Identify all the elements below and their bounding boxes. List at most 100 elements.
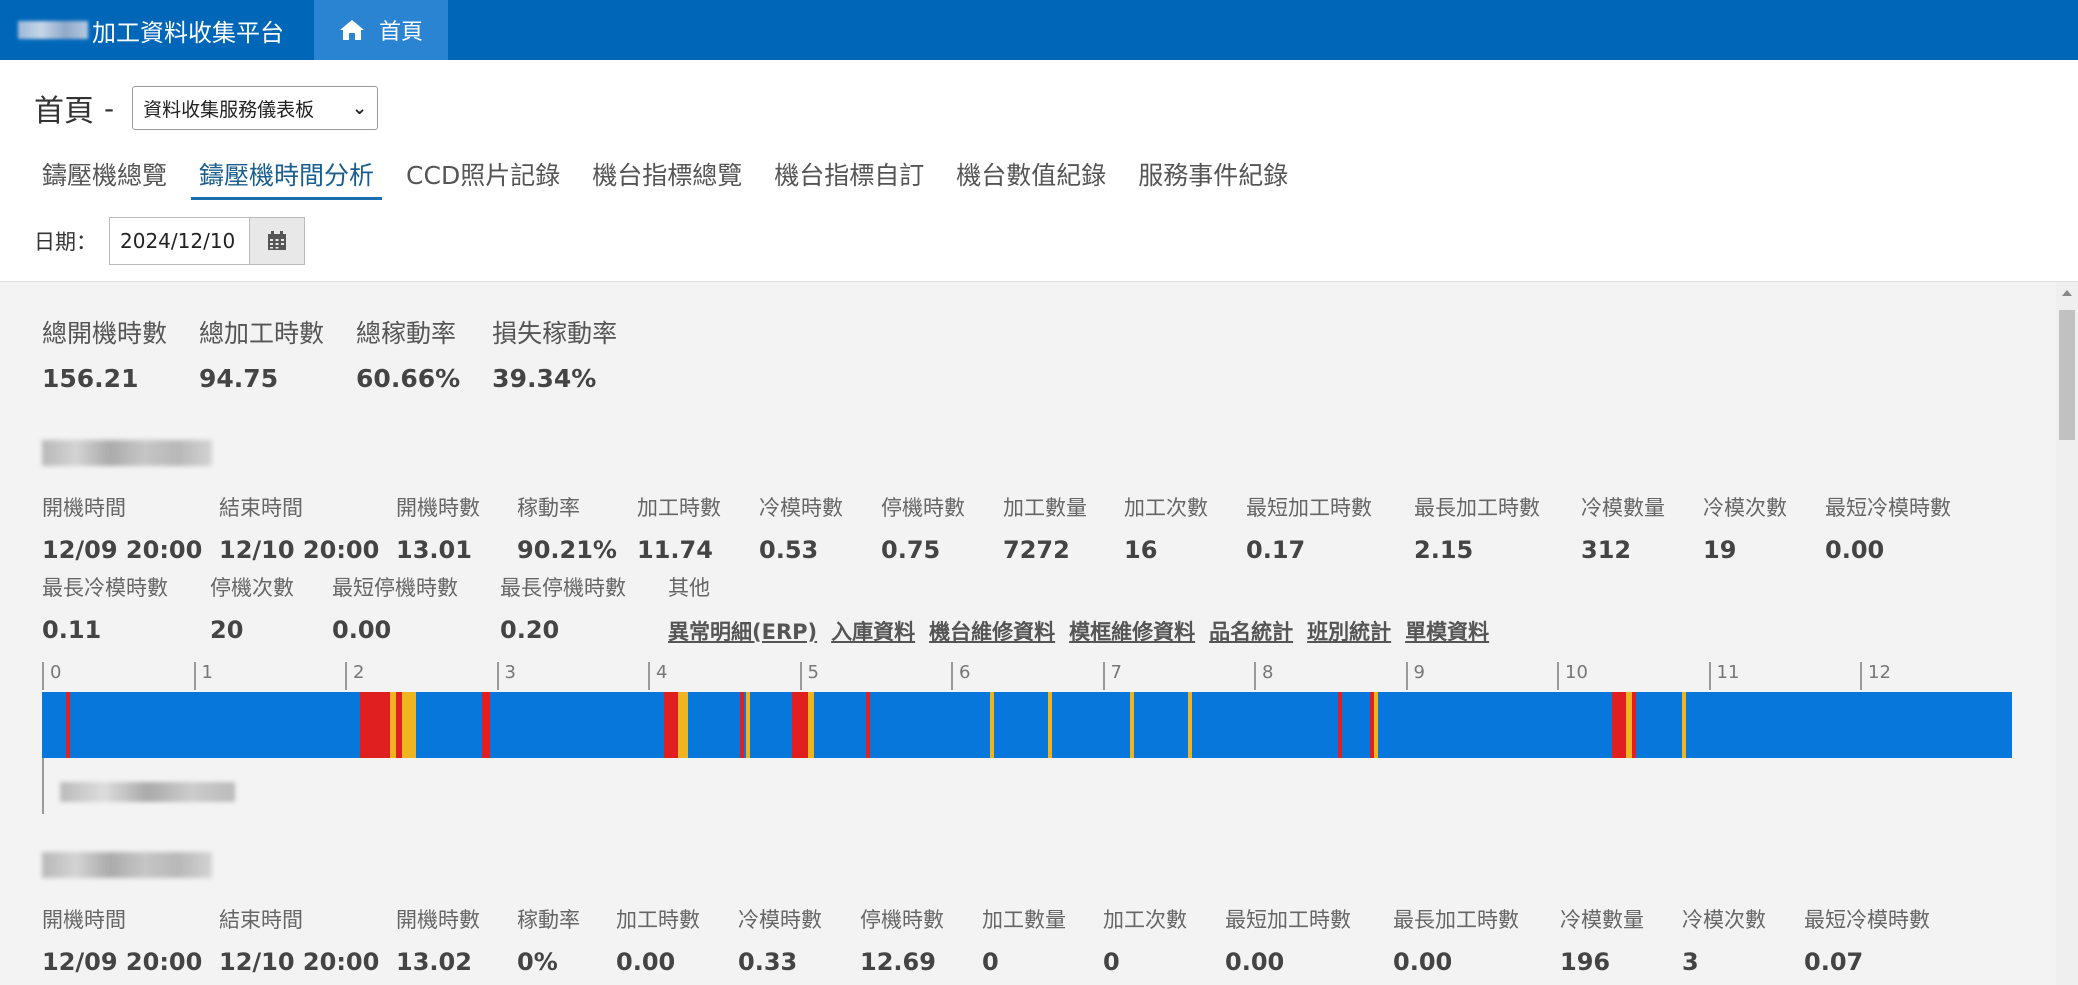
metric-value: 312 xyxy=(1581,536,1632,564)
other-label: 其他 xyxy=(668,576,710,600)
app-brand[interactable]: 加工資料收集平台 xyxy=(0,0,314,60)
timeline-stop-segment[interactable] xyxy=(866,692,870,758)
summary-stats: 總開機時數 156.21 總加工時數 94.75 總稼動率 60.66% 損失稼… xyxy=(42,314,617,393)
timeline-tick-label: 1 xyxy=(193,662,213,690)
tab-diecast-overview[interactable]: 鑄壓機總覽 xyxy=(34,150,175,200)
link-product-stats[interactable]: 品名統計 xyxy=(1209,616,1293,646)
timeline-tick-label: 4 xyxy=(648,662,667,690)
metric-label: 最短停機時數 xyxy=(332,576,458,600)
metric-value: 0.53 xyxy=(759,536,819,564)
tab-ccd-photo-records[interactable]: CCD照片記錄 xyxy=(398,150,568,200)
metric-cell: 停機時數 12.69 xyxy=(860,904,982,976)
stat-value: 39.34% xyxy=(492,364,597,393)
page-tabs: 鑄壓機總覽 鑄壓機時間分析 CCD照片記錄 機台指標總覽 機台指標自訂 機台數值… xyxy=(34,150,1312,200)
metric-value: 12/10 20:00 xyxy=(219,948,380,976)
timeline-stop-segment[interactable] xyxy=(360,692,390,758)
tab-diecast-time-analysis[interactable]: 鑄壓機時間分析 xyxy=(191,150,383,200)
metric-cell: 冷模次數 19 xyxy=(1703,492,1825,564)
metric-cell: 停機次數 20 xyxy=(210,572,332,646)
metric-cell: 稼動率 0% xyxy=(517,904,616,976)
metric-value: 20 xyxy=(210,616,244,644)
metric-label: 開機時數 xyxy=(396,908,480,932)
top-navbar: 加工資料收集平台 首頁 xyxy=(0,0,2078,60)
metric-label: 結束時間 xyxy=(219,496,303,520)
metric-value: 0.75 xyxy=(881,536,941,564)
timeline-stop-segment[interactable] xyxy=(792,692,808,758)
tab-machine-indicator-custom[interactable]: 機台指標自訂 xyxy=(766,150,932,200)
link-mold-maintenance[interactable]: 模框維修資料 xyxy=(1069,616,1195,646)
tab-machine-value-records[interactable]: 機台數值紀錄 xyxy=(948,150,1114,200)
link-shift-stats[interactable]: 班別統計 xyxy=(1307,616,1391,646)
timeline-stop-segment[interactable] xyxy=(66,692,70,758)
link-abnormal-detail-erp[interactable]: 異常明細(ERP) xyxy=(668,616,817,646)
metric-label: 加工時數 xyxy=(616,908,700,932)
scroll-up-arrow-icon[interactable] xyxy=(2062,290,2072,296)
metric-cell: 最短加工時數 0.00 xyxy=(1225,904,1393,976)
metric-label: 最長冷模時數 xyxy=(42,576,168,600)
stat-total-utilization: 總稼動率 60.66% xyxy=(356,314,460,393)
timeline-cold-segment[interactable] xyxy=(990,692,994,758)
metric-label: 冷模次數 xyxy=(1703,496,1787,520)
link-machine-maintenance[interactable]: 機台維修資料 xyxy=(929,616,1055,646)
chevron-down-icon: ⌄ xyxy=(352,97,368,119)
metric-value: 2.15 xyxy=(1414,536,1474,564)
nav-home-tab[interactable]: 首頁 xyxy=(314,0,448,60)
metric-value: 0.00 xyxy=(1393,948,1453,976)
timeline-stop-segment[interactable] xyxy=(1632,692,1636,758)
link-warehouse-data[interactable]: 入庫資料 xyxy=(831,616,915,646)
metric-value: 13.02 xyxy=(396,948,472,976)
dashboard-select[interactable]: 資料收集服務儀表板 ⌄ xyxy=(132,86,379,130)
timeline-tick-label: 0 xyxy=(42,662,61,690)
date-input[interactable]: 2024/12/10 xyxy=(109,217,249,265)
timeline-stop-segment[interactable] xyxy=(740,692,744,758)
timeline-cold-segment[interactable] xyxy=(1682,692,1686,758)
timeline-tick-label: 9 xyxy=(1405,662,1425,690)
timeline-tick-label: 11 xyxy=(1708,662,1739,690)
app-title: 加工資料收集平台 xyxy=(92,18,284,47)
timeline-cold-segment[interactable] xyxy=(1048,692,1052,758)
link-single-mold-data[interactable]: 單模資料 xyxy=(1405,616,1489,646)
metric-cell: 最長加工時數 0.00 xyxy=(1393,904,1560,976)
metric-label: 冷模數量 xyxy=(1560,908,1644,932)
machine-2-metrics-row-1: 開機時間 12/09 20:00 結束時間 12/10 20:00 開機時數 13.02 稼… xyxy=(42,904,1972,976)
metric-value: 3 xyxy=(1682,948,1699,976)
stat-total-power-on-hours: 總開機時數 156.21 xyxy=(42,314,167,393)
timeline-cold-segment[interactable] xyxy=(678,692,688,758)
timeline-cold-segment[interactable] xyxy=(808,692,814,758)
timeline-bar[interactable] xyxy=(42,692,2012,758)
timeline-stop-segment[interactable] xyxy=(482,692,490,758)
metric-label: 最短加工時數 xyxy=(1225,908,1351,932)
metric-value: 90.21% xyxy=(517,536,617,564)
timeline-cold-segment[interactable] xyxy=(1374,692,1378,758)
metric-value: 19 xyxy=(1703,536,1737,564)
timeline-stop-segment[interactable] xyxy=(664,692,678,758)
vertical-scrollbar[interactable] xyxy=(2056,282,2078,985)
timeline-tick-label: 3 xyxy=(496,662,516,690)
scroll-thumb[interactable] xyxy=(2059,310,2075,440)
timeline-tick-label: 7 xyxy=(1102,662,1122,690)
metric-label: 最短冷模時數 xyxy=(1825,496,1951,520)
metric-cell: 加工數量 0 xyxy=(982,904,1103,976)
metric-label: 停機次數 xyxy=(210,576,294,600)
timeline-note-redacted xyxy=(60,782,235,802)
timeline-cold-segment[interactable] xyxy=(746,692,750,758)
metric-label: 冷模時數 xyxy=(738,908,822,932)
metric-value: 13.01 xyxy=(396,536,472,564)
timeline-cold-segment[interactable] xyxy=(1188,692,1192,758)
page-title: 首頁 xyxy=(34,94,94,129)
timeline-stop-segment[interactable] xyxy=(1338,692,1342,758)
stat-lost-utilization: 損失稼動率 39.34% xyxy=(492,314,617,393)
timeline-cold-segment[interactable] xyxy=(402,692,416,758)
metric-cell: 冷模數量 196 xyxy=(1560,904,1682,976)
tab-service-event-records[interactable]: 服務事件紀錄 xyxy=(1130,150,1296,200)
machine-1-timeline: 0 1 2 3 4 5 6 7 8 9 10 11 12 xyxy=(42,662,2012,822)
calendar-button[interactable] xyxy=(249,217,305,265)
tab-machine-indicator-overview[interactable]: 機台指標總覽 xyxy=(584,150,750,200)
metric-cell: 冷模時數 0.53 xyxy=(759,492,881,564)
metric-label: 加工次數 xyxy=(1124,496,1208,520)
timeline-cold-segment[interactable] xyxy=(1130,692,1134,758)
metric-cell: 最長加工時數 2.15 xyxy=(1414,492,1581,564)
metric-cell: 加工時數 0.00 xyxy=(616,904,738,976)
metric-value: 0.07 xyxy=(1804,948,1864,976)
timeline-stop-segment[interactable] xyxy=(1612,692,1626,758)
